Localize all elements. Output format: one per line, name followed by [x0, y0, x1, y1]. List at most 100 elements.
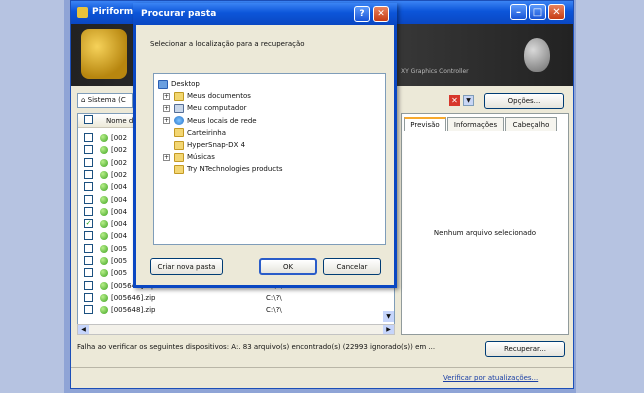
- file-name: [004: [111, 183, 128, 192]
- tree-item-label: Try NTechnologies products: [187, 165, 283, 174]
- expand-icon[interactable]: +: [163, 92, 170, 100]
- ok-button[interactable]: OK: [259, 258, 317, 275]
- row-checkbox[interactable]: [84, 305, 93, 315]
- file-state-icon: [100, 220, 108, 229]
- main-window-title: Piriform: [92, 7, 134, 17]
- file-name: [002: [111, 170, 128, 179]
- file-name: [004: [111, 232, 128, 241]
- piriform-pear-logo: [524, 38, 550, 72]
- file-name: [005: [111, 244, 128, 253]
- folder-icon: [174, 140, 184, 150]
- folder-icon: [174, 152, 184, 162]
- file-name: [004: [111, 195, 128, 204]
- check-updates-link[interactable]: Verificar por atualizações...: [443, 374, 538, 382]
- file-state-icon: [100, 293, 108, 302]
- chevron-down-icon[interactable]: ▼: [463, 95, 474, 106]
- row-checkbox[interactable]: [84, 206, 93, 216]
- dialog-title-bar: Procurar pasta ? ✕: [133, 3, 397, 25]
- no-selection-message: Nenhum arquivo selecionado: [433, 229, 537, 237]
- tree-item[interactable]: Try NTechnologies products: [163, 163, 283, 175]
- recover-button[interactable]: Recuperar...: [485, 341, 565, 357]
- tab-header[interactable]: Cabeçalho: [505, 117, 557, 131]
- row-checkbox[interactable]: [84, 292, 93, 302]
- file-name: [004: [111, 220, 128, 229]
- row-checkbox[interactable]: [84, 194, 93, 204]
- recuva-logo: [81, 29, 127, 79]
- expand-icon[interactable]: +: [163, 153, 170, 161]
- scroll-right-arrow[interactable]: ▶: [383, 325, 394, 334]
- minimize-button[interactable]: –: [510, 4, 527, 20]
- tree-item[interactable]: + Meu computador: [163, 102, 246, 114]
- file-path: C:\?\: [266, 293, 282, 302]
- tab-preview[interactable]: Previsão: [404, 117, 446, 131]
- file-state-icon: [100, 170, 108, 179]
- tree-item-label: Meu computador: [187, 104, 247, 113]
- tree-item[interactable]: Carteirinha: [163, 127, 226, 139]
- row-checkbox[interactable]: [84, 243, 93, 253]
- file-name: [005648].zip: [111, 306, 156, 315]
- row-checkbox[interactable]: [84, 280, 93, 290]
- file-state-icon: [100, 281, 108, 290]
- drive-select[interactable]: ⌂ Sistema (C: [77, 93, 133, 108]
- tree-item[interactable]: + Meus locais de rede: [163, 115, 257, 127]
- file-name: [005646].zip: [111, 293, 156, 302]
- status-text: Falha ao verificar os seguintes disposit…: [77, 343, 436, 351]
- table-row[interactable]: [005646].zip C:\?\: [78, 292, 394, 304]
- file-state-icon: [100, 244, 108, 253]
- browse-folder-dialog: Procurar pasta ? ✕ Selecionar a localiza…: [133, 3, 397, 288]
- dialog-prompt: Selecionar a localização para a recupera…: [150, 40, 305, 48]
- tab-info[interactable]: Informações: [447, 117, 504, 131]
- row-checkbox[interactable]: ✓: [84, 219, 93, 229]
- tree-item-label: HyperSnap-DX 4: [187, 141, 246, 149]
- dialog-close-icon[interactable]: ✕: [373, 6, 389, 22]
- app-icon: [77, 7, 88, 18]
- row-checkbox[interactable]: [84, 231, 93, 241]
- documents-icon: [174, 91, 184, 101]
- file-state-icon: [100, 158, 108, 167]
- expand-icon[interactable]: +: [163, 104, 170, 112]
- cancel-button[interactable]: Cancelar: [323, 258, 381, 275]
- tree-item[interactable]: HyperSnap-DX 4: [163, 139, 245, 151]
- row-checkbox[interactable]: [84, 133, 93, 142]
- clear-filter-icon[interactable]: ✕: [449, 95, 460, 106]
- row-checkbox[interactable]: [84, 169, 93, 179]
- desktop-icon: [158, 79, 168, 89]
- tree-item-label: Carteirinha: [187, 128, 227, 137]
- options-button[interactable]: Opções...: [484, 93, 564, 109]
- row-checkbox[interactable]: [84, 157, 93, 167]
- tree-item[interactable]: Desktop: [158, 78, 200, 90]
- scroll-down-arrow[interactable]: ▼: [383, 311, 394, 322]
- help-icon[interactable]: ?: [354, 6, 370, 22]
- file-name: [002: [111, 134, 128, 142]
- close-button[interactable]: ✕: [548, 4, 565, 20]
- file-state-icon: [100, 269, 108, 278]
- divider: [71, 367, 573, 368]
- horizontal-scrollbar[interactable]: ◀ ▶: [77, 324, 395, 335]
- table-row[interactable]: [005648].zip C:\?\: [78, 304, 394, 316]
- row-checkbox[interactable]: [84, 256, 93, 265]
- maximize-button[interactable]: □: [529, 4, 546, 20]
- tree-item-label: Meus documentos: [187, 92, 251, 101]
- folder-tree[interactable]: Desktop + Meus documentos + Meu computador + M…: [153, 73, 386, 245]
- file-name: [005: [111, 269, 128, 278]
- new-folder-button[interactable]: Criar nova pasta: [150, 258, 223, 275]
- file-state-icon: [100, 232, 108, 241]
- tree-item[interactable]: + Meus documentos: [163, 90, 251, 102]
- device-info-text: XY Graphics Controller: [401, 68, 469, 75]
- dialog-title: Procurar pasta: [141, 9, 217, 19]
- select-all-checkbox[interactable]: [84, 115, 93, 124]
- row-checkbox[interactable]: [84, 182, 93, 192]
- computer-icon: [174, 103, 184, 113]
- row-checkbox[interactable]: [84, 268, 93, 278]
- file-state-icon: [100, 146, 108, 155]
- scroll-left-arrow[interactable]: ◀: [78, 325, 89, 334]
- column-header-name[interactable]: Nome d: [106, 117, 133, 125]
- row-checkbox[interactable]: [84, 145, 93, 155]
- file-path: C:\?\: [266, 306, 282, 315]
- expand-icon[interactable]: +: [163, 117, 170, 125]
- file-state-icon: [100, 195, 108, 204]
- tree-item[interactable]: + Músicas: [163, 151, 215, 163]
- preview-panel: [401, 113, 569, 335]
- file-name: [004: [111, 207, 128, 216]
- tree-item-label: Meus locais de rede: [187, 116, 257, 125]
